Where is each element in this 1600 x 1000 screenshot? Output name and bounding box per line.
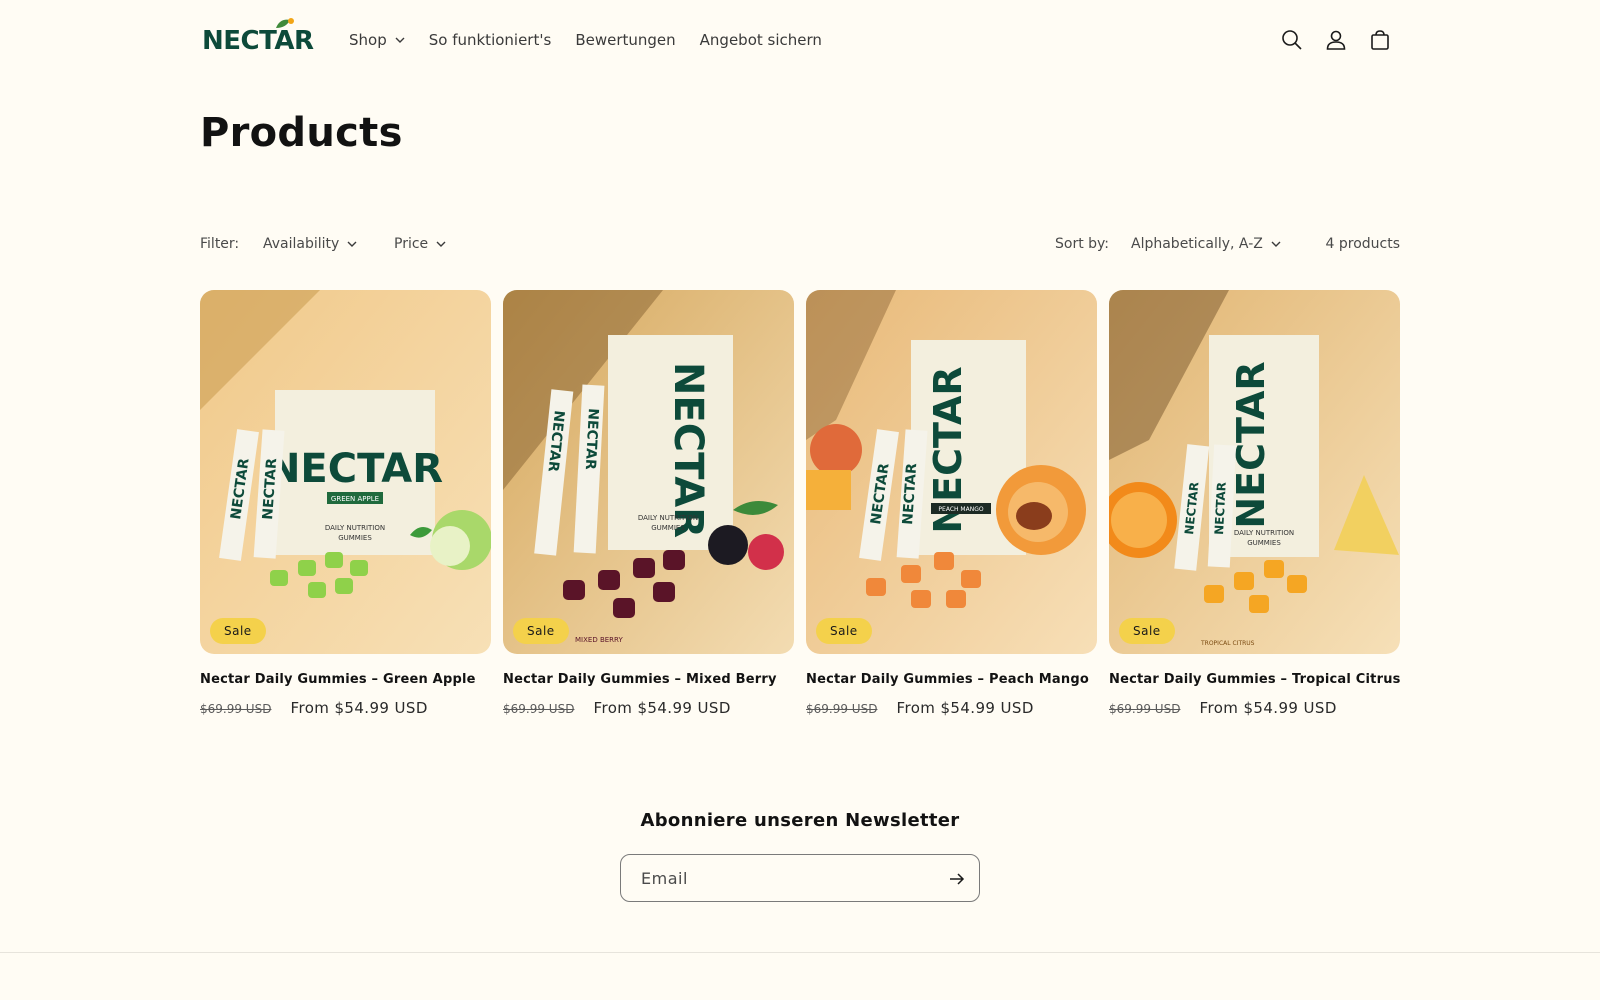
leaf-icon (276, 18, 294, 28)
cart-icon[interactable] (1368, 28, 1392, 52)
section-divider (0, 952, 1600, 953)
availability-filter-label: Availability (263, 236, 340, 252)
nav-item-how-it-works[interactable]: So funktioniert's (429, 31, 552, 49)
product-count: 4 products (1325, 236, 1401, 252)
newsletter-form (620, 854, 980, 902)
nav-item-offer[interactable]: Angebot sichern (700, 31, 822, 49)
newsletter-section: Abonniere unseren Newsletter (0, 772, 1600, 952)
product-card[interactable]: NECTAR GREEN APPLE DAILY NUTRITION GUMMI… (200, 290, 491, 720)
main-nav: Shop So funktioniert's Bewertungen Angeb… (349, 31, 846, 49)
filter-label: Filter: (200, 236, 240, 252)
product-card[interactable]: NECTAR DAILY NUTRITION GUMMIES NECTAR NE… (503, 290, 794, 720)
availability-filter[interactable]: Availability (263, 236, 357, 252)
site-header: NECTAR Shop So funktioniert's Bewertunge… (0, 0, 1600, 82)
svg-text:DAILY NUTRITION: DAILY NUTRITION (325, 524, 385, 532)
arrow-right-icon[interactable] (947, 869, 967, 889)
compare-at-price: $69.99 USD (806, 702, 878, 716)
chevron-down-icon (436, 241, 446, 247)
product-grid: NECTAR GREEN APPLE DAILY NUTRITION GUMMI… (200, 290, 1402, 720)
nav-item-reviews[interactable]: Bewertungen (575, 31, 675, 49)
product-title[interactable]: Nectar Daily Gummies – Green Apple (200, 672, 476, 687)
nav-item-label: Shop (349, 31, 387, 49)
product-title[interactable]: Nectar Daily Gummies – Mixed Berry (503, 672, 777, 687)
svg-text:NECTAR: NECTAR (1229, 361, 1273, 528)
chevron-down-icon (395, 37, 405, 43)
product-title[interactable]: Nectar Daily Gummies – Peach Mango (806, 672, 1089, 687)
sale-badge: Sale (513, 618, 569, 644)
pack-flavor: PEACH MANGO (938, 506, 983, 513)
nav-item-shop[interactable]: Shop (349, 31, 405, 49)
product-image[interactable]: NECTAR DAILY NUTRITION GUMMIES NECTAR NE… (503, 290, 794, 654)
product-image[interactable]: NECTAR PEACH MANGO NECTAR NECTAR (806, 290, 1097, 654)
sale-price: From $54.99 USD (896, 699, 1034, 717)
filter-bar: Filter: Availability Price Sort by: Alph… (200, 233, 1400, 257)
sale-price: From $54.99 USD (1199, 699, 1337, 717)
pack-flavor: MIXED BERRY (575, 636, 623, 644)
logo-text: NECTAR (202, 26, 314, 56)
nav-item-label: Angebot sichern (699, 31, 822, 49)
svg-text:DAILY NUTRITION: DAILY NUTRITION (638, 514, 698, 522)
price-filter-label: Price (394, 236, 429, 252)
nav-item-label: So funktioniert's (428, 31, 552, 49)
email-input[interactable] (641, 855, 941, 901)
search-icon[interactable] (1280, 28, 1304, 52)
product-card[interactable]: NECTAR PEACH MANGO NECTAR NECTAR Sale Ne… (806, 290, 1097, 720)
svg-text:GUMMIES: GUMMIES (338, 534, 372, 542)
sort-select[interactable]: Alphabetically, A-Z (1131, 236, 1281, 252)
compare-at-price: $69.99 USD (1109, 702, 1181, 716)
compare-at-price: $69.99 USD (200, 702, 272, 716)
svg-text:GUMMIES: GUMMIES (651, 524, 685, 532)
pack-flavor: GREEN APPLE (331, 495, 379, 503)
sale-price: From $54.99 USD (593, 699, 731, 717)
compare-at-price: $69.99 USD (503, 702, 575, 716)
sale-badge: Sale (210, 618, 266, 644)
price-row: $69.99 USD From $54.99 USD (200, 698, 428, 717)
page-title: Products (200, 110, 403, 156)
nav-item-label: Bewertungen (575, 31, 676, 49)
pack-flavor: TROPICAL CITRUS (1200, 640, 1255, 647)
sort-label: Sort by: (1055, 236, 1110, 252)
chevron-down-icon (347, 241, 357, 247)
svg-text:NECTAR: NECTAR (1212, 482, 1229, 535)
sale-price: From $54.99 USD (290, 699, 428, 717)
sale-badge: Sale (816, 618, 872, 644)
price-row: $69.99 USD From $54.99 USD (806, 698, 1034, 717)
svg-text:DAILY NUTRITION: DAILY NUTRITION (1234, 529, 1294, 537)
svg-text:NECTAR: NECTAR (665, 362, 711, 538)
newsletter-title: Abonniere unseren Newsletter (640, 810, 960, 831)
brand-logo[interactable]: NECTAR (202, 18, 314, 56)
svg-text:GUMMIES: GUMMIES (1247, 539, 1281, 547)
price-filter[interactable]: Price (394, 236, 446, 252)
product-image[interactable]: NECTAR DAILY NUTRITION GUMMIES NECTAR NE… (1109, 290, 1400, 654)
sort-select-value: Alphabetically, A-Z (1131, 236, 1263, 252)
svg-text:NECTAR: NECTAR (267, 446, 443, 492)
sale-badge: Sale (1119, 618, 1175, 644)
price-row: $69.99 USD From $54.99 USD (503, 698, 731, 717)
account-icon[interactable] (1324, 28, 1348, 52)
svg-text:NECTAR: NECTAR (582, 408, 601, 471)
product-title[interactable]: Nectar Daily Gummies – Tropical Citrus (1109, 672, 1401, 687)
product-image[interactable]: NECTAR GREEN APPLE DAILY NUTRITION GUMMI… (200, 290, 491, 654)
product-card[interactable]: NECTAR DAILY NUTRITION GUMMIES NECTAR NE… (1109, 290, 1400, 720)
chevron-down-icon (1271, 241, 1281, 247)
header-actions (1280, 28, 1392, 52)
price-row: $69.99 USD From $54.99 USD (1109, 698, 1337, 717)
